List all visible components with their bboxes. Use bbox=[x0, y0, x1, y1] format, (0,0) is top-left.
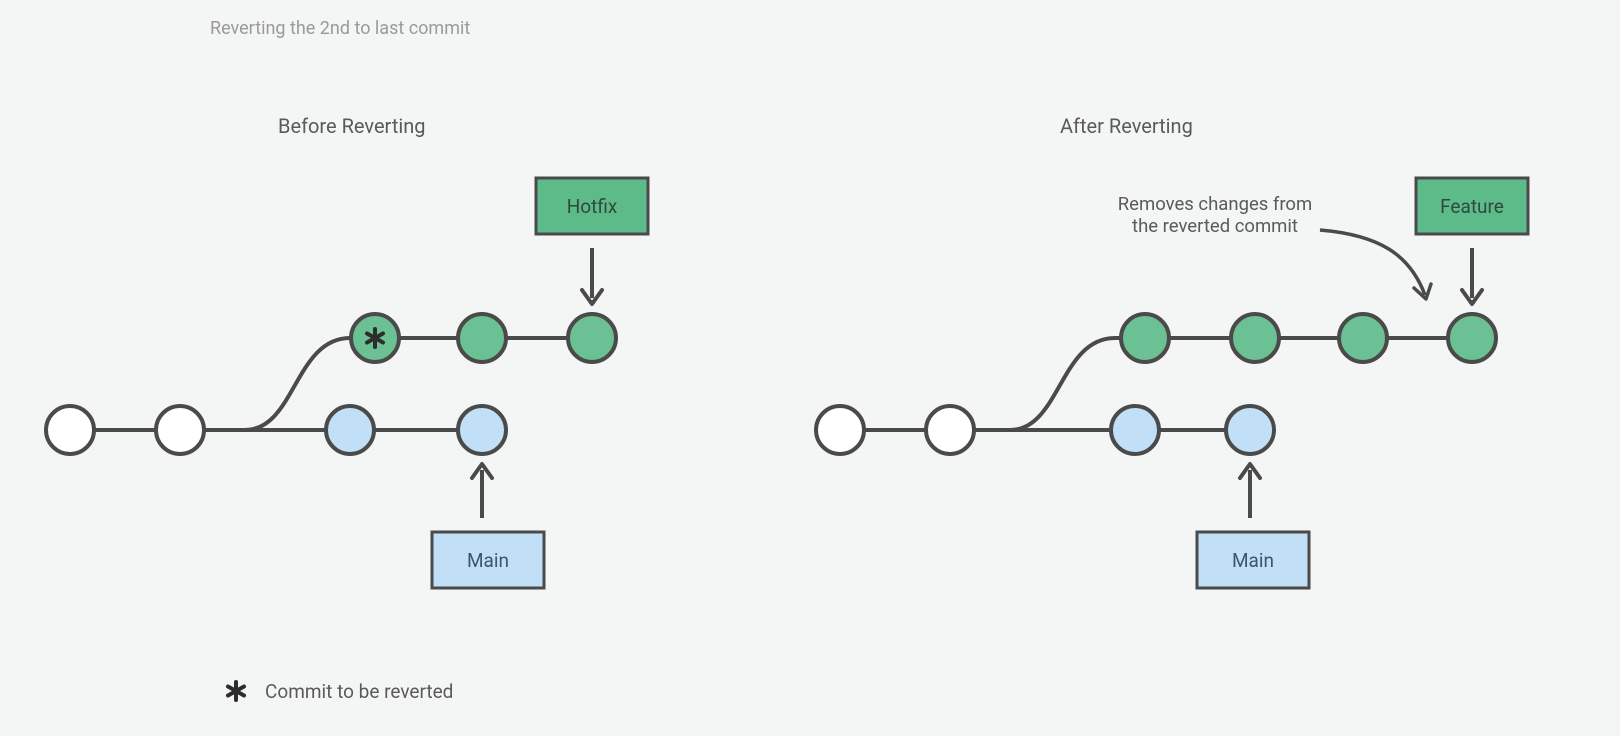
after-heading: After Reverting bbox=[1060, 114, 1193, 138]
commit-green bbox=[458, 314, 506, 362]
main-label-text-before: Main bbox=[467, 549, 509, 572]
diagram-root: Reverting the 2nd to last commit Before … bbox=[0, 0, 1620, 732]
hotfix-label-text: Hotfix bbox=[567, 195, 618, 218]
legend-asterisk-icon bbox=[228, 682, 244, 700]
diagram-svg: Hotfix Main Feature Main bbox=[0, 0, 1620, 732]
commit-blue bbox=[326, 406, 374, 454]
after-group: Feature Main Removes changes from the re… bbox=[816, 178, 1528, 588]
legend-text: Commit to be reverted bbox=[265, 680, 453, 703]
annotation-line1: Removes changes from bbox=[1118, 193, 1312, 215]
commit-white bbox=[926, 406, 974, 454]
commit-white bbox=[46, 406, 94, 454]
commit-green bbox=[568, 314, 616, 362]
feature-label-text: Feature bbox=[1440, 195, 1504, 218]
commit-green bbox=[1339, 314, 1387, 362]
commit-white bbox=[156, 406, 204, 454]
commit-green bbox=[1121, 314, 1169, 362]
commit-blue bbox=[1226, 406, 1274, 454]
annotation-line2: the reverted commit bbox=[1132, 215, 1298, 237]
after-feature-line bbox=[950, 338, 1472, 430]
commit-blue bbox=[458, 406, 506, 454]
before-heading: Before Reverting bbox=[278, 114, 426, 138]
commit-green-new bbox=[1448, 314, 1496, 362]
commit-blue bbox=[1111, 406, 1159, 454]
main-label-text-after: Main bbox=[1232, 549, 1274, 572]
commit-green bbox=[1231, 314, 1279, 362]
commit-white bbox=[816, 406, 864, 454]
page-title: Reverting the 2nd to last commit bbox=[210, 18, 470, 39]
before-group: Hotfix Main bbox=[46, 178, 648, 588]
annotation-arrow-curve bbox=[1320, 230, 1425, 295]
